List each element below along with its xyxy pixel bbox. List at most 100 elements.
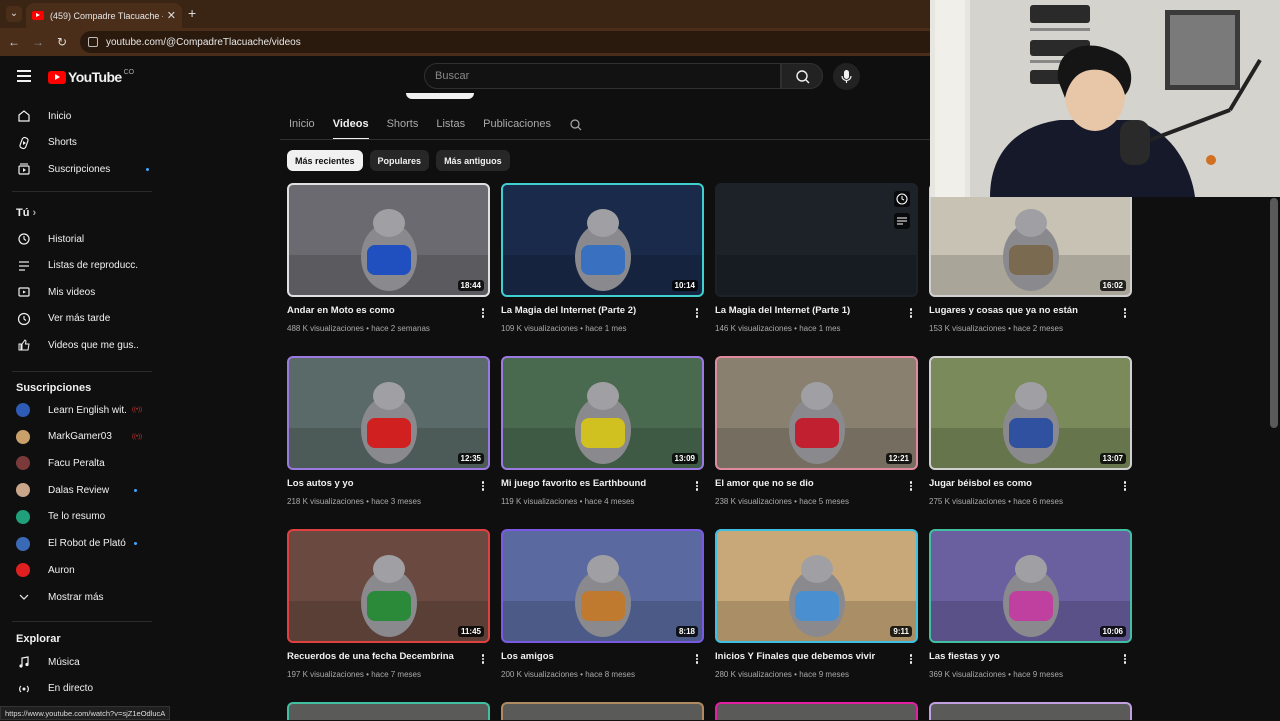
tab-listas[interactable]: Listas — [436, 108, 465, 140]
sidebar-item[interactable]: Mostrar más — [16, 584, 156, 610]
video-title[interactable]: Los amigos — [501, 651, 686, 662]
forward-arrow-icon[interactable]: → — [26, 35, 50, 49]
sort-chip[interactable]: Más recientes — [287, 150, 363, 171]
video-card[interactable]: 18:44 Andar en Moto es como 488 K visualiz… — [287, 183, 490, 333]
sidebar-item[interactable]: Inicio — [16, 103, 156, 129]
browser-tab-active[interactable]: (459) Compadre Tlacuache - YouTube ✕ — [26, 3, 182, 28]
sort-chip[interactable]: Más antiguos — [436, 150, 510, 171]
video-title[interactable]: Lugares y cosas que ya no están — [929, 305, 1114, 316]
reload-icon[interactable]: ↻ — [50, 35, 74, 49]
video-thumbnail-partial[interactable] — [501, 702, 704, 720]
video-card[interactable]: 10:14 La Magia del Internet (Parte 2) 109 … — [501, 183, 704, 333]
back-arrow-icon[interactable]: ← — [2, 35, 26, 49]
video-title[interactable]: Inicios Y Finales que debemos vivir — [715, 651, 900, 662]
subscription-channel[interactable]: Dalas Review — [16, 477, 156, 503]
sort-chip[interactable]: Populares — [369, 150, 430, 171]
video-card[interactable]: 9:11 Inicios Y Finales que debemos vivir 2… — [715, 529, 918, 679]
video-thumbnail[interactable]: 12:21 — [715, 356, 918, 470]
channel-search-icon[interactable] — [569, 108, 583, 140]
voice-search-button[interactable] — [833, 63, 860, 90]
video-thumbnail[interactable]: 11:45 — [287, 529, 490, 643]
more-actions-icon[interactable] — [1122, 653, 1128, 667]
sidebar-item[interactable]: Historial — [16, 226, 156, 252]
subscription-channel[interactable]: El Robot de Platón — [16, 531, 156, 557]
new-tab-button[interactable]: + — [188, 5, 196, 21]
subscription-channel[interactable]: MarkGamer03 ((•)) — [16, 424, 156, 450]
video-thumbnail[interactable] — [715, 183, 918, 297]
subscription-channel[interactable]: Facu Peralta — [16, 450, 156, 476]
more-actions-icon[interactable] — [694, 480, 700, 494]
video-title[interactable]: La Magia del Internet (Parte 1) — [715, 305, 900, 316]
sidebar-item[interactable]: Suscripciones — [16, 156, 156, 182]
video-thumbnail[interactable]: 13:09 — [501, 356, 704, 470]
video-card[interactable]: 16:02 Lugares y cosas que ya no están 153 … — [929, 183, 1132, 333]
more-actions-icon[interactable] — [1122, 307, 1128, 321]
more-actions-icon[interactable] — [908, 653, 914, 667]
more-actions-icon[interactable] — [480, 653, 486, 667]
site-info-icon[interactable] — [88, 37, 98, 47]
subscription-channel[interactable]: Learn English wit... ((•)) — [16, 397, 156, 423]
tab-videos[interactable]: Videos — [332, 108, 369, 140]
video-card[interactable]: 12:21 El amor que no se dio 238 K visualiz… — [715, 356, 918, 506]
video-thumbnail[interactable]: 10:14 — [501, 183, 704, 297]
video-title[interactable]: Las fiestas y yo — [929, 651, 1114, 662]
more-actions-icon[interactable] — [694, 653, 700, 667]
video-card[interactable]: 8:18 Los amigos 200 K visualizaciones • ha… — [501, 529, 704, 679]
video-title[interactable]: Recuerdos de una fecha Decembrina — [287, 651, 472, 662]
video-title[interactable]: Andar en Moto es como — [287, 305, 472, 316]
video-thumbnail[interactable]: 18:44 — [287, 183, 490, 297]
page-scrollbar[interactable] — [1270, 198, 1278, 428]
tab-inicio[interactable]: Inicio — [289, 108, 315, 140]
more-actions-icon[interactable] — [694, 307, 700, 321]
sidebar-item[interactable]: En directo — [16, 676, 156, 702]
video-thumbnail-partial[interactable] — [287, 702, 490, 720]
search-input[interactable] — [435, 70, 780, 82]
video-thumbnail-partial[interactable] — [715, 702, 918, 720]
sidebar-item[interactable]: Mis videos — [16, 279, 156, 305]
tab-publicaciones[interactable]: Publicaciones — [483, 108, 551, 140]
video-card[interactable]: La Magia del Internet (Parte 1) 146 K vis… — [715, 183, 918, 333]
video-thumbnail[interactable]: 13:07 — [929, 356, 1132, 470]
video-thumbnail[interactable]: 8:18 — [501, 529, 704, 643]
video-thumbnail-partial[interactable] — [929, 702, 1132, 720]
address-bar[interactable]: youtube.com/@CompadreTlacuache/videos — [80, 31, 940, 53]
more-actions-icon[interactable] — [1122, 480, 1128, 494]
video-title[interactable]: La Magia del Internet (Parte 2) — [501, 305, 686, 316]
thumbnail-art — [717, 255, 916, 295]
tab-shorts[interactable]: Shorts — [387, 108, 419, 140]
subscription-channel[interactable]: Auron — [16, 557, 156, 583]
you-section-header[interactable]: Tú › — [16, 207, 36, 219]
sidebar-item[interactable]: Videos que me gus... — [16, 332, 156, 358]
add-to-queue-icon[interactable] — [894, 213, 910, 229]
channel-header-button-edge[interactable] — [406, 93, 474, 99]
more-actions-icon[interactable] — [908, 480, 914, 494]
more-actions-icon[interactable] — [908, 307, 914, 321]
video-card[interactable]: 13:07 Jugar béisbol es como 275 K visualiz… — [929, 356, 1132, 506]
video-card[interactable]: 11:45 Recuerdos de una fecha Decembrina 19… — [287, 529, 490, 679]
video-card[interactable]: 12:35 Los autos y yo 218 K visualizaciones… — [287, 356, 490, 506]
video-thumbnail[interactable]: 12:35 — [287, 356, 490, 470]
tab-search-menu-icon[interactable]: ⌄ — [6, 6, 22, 22]
video-title[interactable]: Los autos y yo — [287, 478, 472, 489]
video-card[interactable]: 10:06 Las fiestas y yo 369 K visualizacion… — [929, 529, 1132, 679]
video-title[interactable]: Jugar béisbol es como — [929, 478, 1114, 489]
video-title[interactable]: El amor que no se dio — [715, 478, 900, 489]
sidebar-item[interactable]: Shorts — [16, 130, 156, 156]
video-card[interactable]: 13:09 Mi juego favorito es Earthbound 119 … — [501, 356, 704, 506]
subscription-channel[interactable]: Te lo resumo — [16, 504, 156, 530]
watch-later-icon[interactable] — [894, 191, 910, 207]
video-thumbnail[interactable]: 10:06 — [929, 529, 1132, 643]
video-thumbnail[interactable]: 9:11 — [715, 529, 918, 643]
more-actions-icon[interactable] — [480, 480, 486, 494]
hamburger-menu-icon[interactable] — [17, 70, 31, 85]
tab-close-icon[interactable]: ✕ — [167, 9, 176, 22]
video-thumbnail[interactable]: 16:02 — [929, 183, 1132, 297]
video-title[interactable]: Mi juego favorito es Earthbound — [501, 478, 686, 489]
sidebar-item[interactable]: Listas de reproducc... — [16, 253, 156, 279]
youtube-logo[interactable]: YouTube CO — [48, 69, 134, 85]
more-actions-icon[interactable] — [480, 307, 486, 321]
search-button[interactable] — [781, 63, 823, 89]
sidebar-item[interactable]: Música — [16, 649, 156, 675]
sidebar-item[interactable]: Ver más tarde — [16, 306, 156, 332]
search-box[interactable] — [424, 63, 781, 89]
